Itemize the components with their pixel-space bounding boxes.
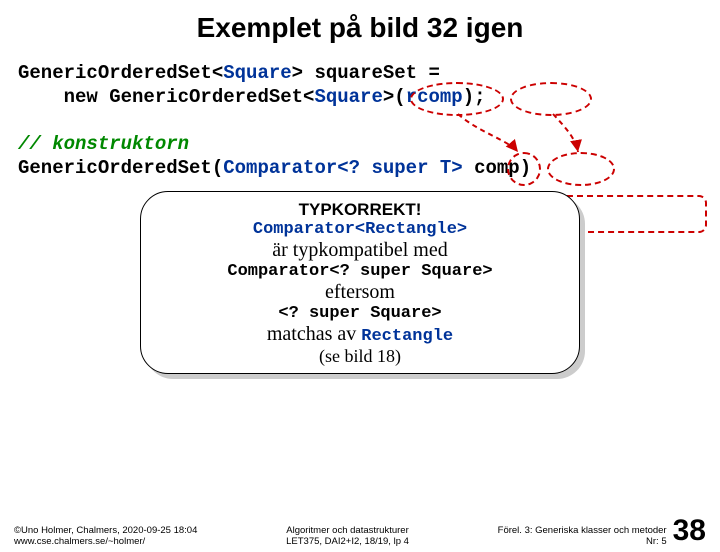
explain-type3: <? super Square> — [157, 304, 563, 323]
code-line-blank — [18, 110, 720, 134]
explanation-box: TYPKORREKT! Comparator<Rectangle> är typ… — [140, 191, 580, 374]
code-line-4: GenericOrderedSet(Comparator<? super T> … — [18, 157, 720, 181]
footer-center: Algoritmer och datastrukturer LET375, DA… — [286, 526, 409, 548]
slide-title: Exemplet på bild 32 igen — [0, 12, 720, 44]
code-line-2: new GenericOrderedSet<Square>(rcomp); — [18, 86, 720, 110]
code-line-comment: // konstruktorn — [18, 133, 720, 157]
footer-right: Förel. 3: Generiska klasser och metoder … — [498, 514, 706, 549]
code-block: GenericOrderedSet<Square> squareSet = ne… — [18, 62, 720, 181]
explain-text2: eftersom — [157, 281, 563, 304]
page-number: 38 — [673, 514, 706, 549]
explain-headline: TYPKORREKT! — [157, 200, 563, 220]
explain-type2: Comparator<? super Square> — [157, 262, 563, 281]
code-line-1: GenericOrderedSet<Square> squareSet = — [18, 62, 720, 86]
footer-left: ©Uno Holmer, Chalmers, 2020-09-25 18:04 … — [14, 526, 197, 548]
explain-text3: matchas av Rectangle — [157, 323, 563, 346]
footer: ©Uno Holmer, Chalmers, 2020-09-25 18:04 … — [0, 514, 720, 549]
explain-text1: är typkompatibel med — [157, 239, 563, 262]
explain-type1: Comparator<Rectangle> — [157, 220, 563, 239]
explain-ref: (se bild 18) — [157, 346, 563, 367]
